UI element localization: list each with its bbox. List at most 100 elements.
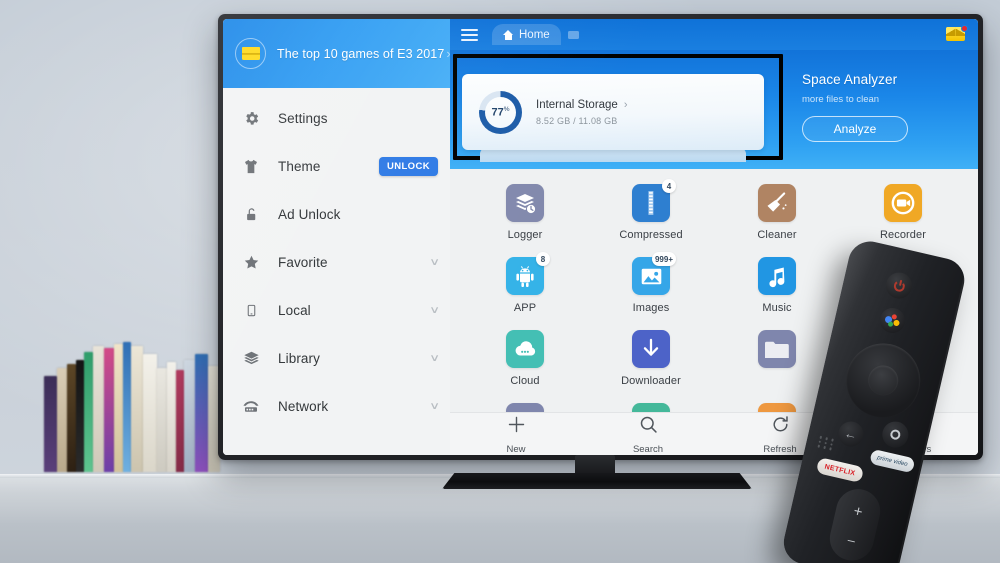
sidebar-item-label: Local — [278, 302, 311, 318]
volume-down-icon[interactable]: – — [846, 531, 856, 547]
grid-item-label: Cleaner — [757, 229, 797, 241]
sidebar-promo-banner[interactable]: The top 10 games of E3 2017 › — [223, 19, 451, 88]
grid-item-label: Downloader — [621, 375, 681, 387]
folder-icon — [758, 330, 796, 368]
unlock-badge[interactable]: UNLOCK — [378, 156, 438, 176]
photo-icon: 999+ — [632, 252, 676, 295]
grid-item-label: APP — [513, 302, 537, 314]
analyze-button[interactable]: Analyze — [802, 116, 908, 142]
refresh-icon — [770, 414, 791, 440]
folder-icon — [632, 403, 670, 412]
top-bar: Home — [450, 19, 978, 50]
toolbar-label: New — [506, 443, 526, 455]
storage-text: Internal Storage › 8.52 GB / 11.08 GB — [536, 99, 628, 126]
tab-home[interactable]: Home — [492, 24, 561, 45]
toolbar-label: Search — [632, 443, 664, 455]
bookshelf-books — [44, 340, 220, 472]
notification-dot — [961, 25, 968, 32]
grid-item-logger[interactable]: Logger — [462, 179, 588, 252]
sidebar-item-label: Favorite — [278, 254, 328, 270]
badge-count: 8 — [536, 252, 550, 266]
hero-section: 77% Internal Storage › 8.52 GB / 11.08 G… — [450, 50, 978, 169]
tab-home-label: Home — [519, 28, 550, 41]
grid-item-label: Compressed — [619, 229, 683, 241]
sidebar-item-label: Ad Unlock — [278, 206, 341, 222]
internal-storage-card[interactable]: 77% Internal Storage › 8.52 GB / 11.08 G… — [462, 74, 764, 150]
tab-strip: Home — [492, 24, 946, 45]
mail-button[interactable] — [946, 25, 968, 42]
chevron-down-icon: ∨ — [428, 256, 440, 268]
grid-item-downloader[interactable]: Downloader — [588, 325, 714, 398]
sidebar-item-favorite[interactable]: Favorite ∨ — [223, 238, 450, 286]
grid-item-music[interactable]: Music — [714, 252, 840, 325]
volume-up-icon[interactable]: + — [852, 502, 864, 521]
grid-item-label: Recorder — [879, 229, 927, 241]
book — [44, 376, 57, 472]
sidebar-item-settings[interactable]: Settings — [223, 94, 450, 142]
storage-name-row: Internal Storage › — [536, 99, 628, 111]
sidebar-item-ad-unlock[interactable]: Ad Unlock — [223, 190, 450, 238]
grid-item-folder-13[interactable] — [588, 398, 714, 412]
shirt-icon — [241, 158, 261, 175]
book — [93, 346, 104, 472]
chevron-right-icon: › — [623, 98, 628, 111]
toolbar-label: Refresh — [763, 443, 797, 455]
grid-item-cleaner[interactable]: Cleaner — [714, 179, 840, 252]
tab-add-icon[interactable] — [567, 30, 579, 39]
folder-icon — [506, 403, 544, 412]
grid-item-label: Logger — [507, 229, 543, 241]
sidebar-menu: Settings Theme UNLOCK Ad Unlock Favorite ∨ Loc… — [223, 88, 450, 455]
book — [114, 344, 123, 472]
sidebar-item-local[interactable]: Local ∨ — [223, 286, 450, 334]
book — [167, 362, 176, 472]
cloud-icon — [506, 330, 544, 368]
chevron-down-icon: ∨ — [428, 304, 440, 316]
star-icon — [241, 254, 261, 271]
gear-icon — [241, 110, 261, 127]
layers-clock-icon — [506, 184, 544, 222]
grid-item-images[interactable]: 999+ Images — [588, 252, 714, 325]
book — [84, 352, 93, 472]
folder-icon — [758, 403, 796, 412]
scene: The top 10 games of E3 2017 › Settings Th… — [0, 0, 1000, 563]
toolbar-new[interactable]: New — [450, 414, 582, 455]
plus-icon — [506, 414, 527, 440]
lock-open-icon — [241, 206, 261, 223]
grid-item-label: Music — [762, 302, 792, 314]
book — [76, 360, 84, 472]
camcorder-icon — [884, 184, 922, 222]
book — [195, 354, 208, 472]
sidebar-item-label: Library — [278, 350, 320, 366]
android-icon: 8 — [506, 252, 550, 295]
book — [104, 348, 114, 472]
book — [57, 368, 67, 472]
grid-item-app[interactable]: 8 APP — [462, 252, 588, 325]
space-analyzer-block: Space Analyzer more files to clean Analy… — [802, 72, 908, 142]
grid-item-compressed[interactable]: 4 Compressed — [588, 179, 714, 252]
grid-item-folder-12[interactable] — [462, 398, 588, 412]
sidebar-item-network[interactable]: Network ∨ — [223, 382, 450, 430]
storage-donut-chart: 77% — [479, 90, 522, 134]
sidebar-item-library[interactable]: Library ∨ — [223, 334, 450, 382]
envelope-icon — [235, 38, 266, 69]
sidebar-item-label: Settings — [278, 110, 328, 126]
sidebar-promo-title: The top 10 games of E3 2017 — [277, 46, 445, 61]
home-icon — [503, 29, 514, 40]
toolbar-search[interactable]: Search — [582, 414, 714, 455]
grid-item-cloud[interactable]: Cloud — [462, 325, 588, 398]
search-icon — [638, 414, 659, 440]
sidebar-item-theme[interactable]: Theme UNLOCK — [223, 142, 450, 190]
sidebar-item-label: Network — [278, 398, 329, 414]
dpad-ok-button[interactable] — [865, 362, 902, 399]
hamburger-icon[interactable] — [461, 28, 478, 41]
download-icon — [632, 330, 670, 368]
storage-usage: 8.52 GB / 11.08 GB — [536, 115, 618, 126]
grid-item-label: Cloud — [510, 375, 540, 387]
book — [131, 346, 143, 472]
book — [67, 364, 76, 472]
sidebar-item-label: Theme — [278, 158, 321, 174]
layers-icon — [241, 350, 261, 367]
sidebar: The top 10 games of E3 2017 › Settings Th… — [223, 19, 451, 455]
badge-count: 999+ — [651, 252, 676, 266]
music-note-icon — [758, 257, 796, 295]
